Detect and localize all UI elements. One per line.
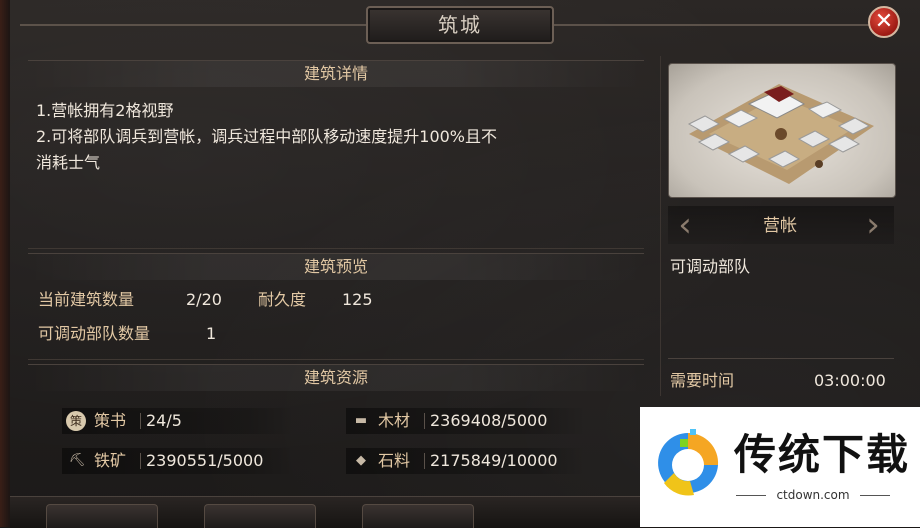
resources-header-label: 建筑资源: [303, 368, 368, 387]
resource-name: 铁矿: [94, 451, 127, 470]
bottom-tab[interactable]: [46, 504, 158, 528]
resource-wood: ▬ 木材 2369408/5000: [346, 408, 586, 434]
side-panel-divider: [668, 358, 894, 359]
watermark-title: 传统下载: [734, 430, 911, 479]
current-count-label: 当前建筑数量: [38, 290, 135, 309]
resource-iron-ore: ⛏ 铁矿 2390551/5000: [62, 448, 294, 474]
details-header: 建筑详情: [28, 60, 644, 87]
dialog-title: 筑城: [438, 13, 482, 37]
resource-value: 2390551/5000: [146, 451, 264, 470]
resources-header: 建筑资源: [28, 364, 644, 391]
resource-name: 木材: [378, 411, 411, 430]
building-description: 可调动部队: [670, 257, 751, 276]
detail-line-1: 1.营帐拥有2格视野: [36, 101, 174, 120]
iron-ore-icon: ⛏: [68, 453, 86, 468]
resource-strategy-book: 策 策书 24/5: [62, 408, 294, 434]
bottom-tab[interactable]: [204, 504, 316, 528]
watermark-overlay: 传统下载 ctdown.com: [640, 407, 920, 527]
section-divider: [28, 359, 644, 360]
wood-icon: ▬: [354, 413, 368, 428]
camp-illustration: [687, 84, 874, 184]
background-edge: [0, 0, 10, 527]
watermark-url: ctdown.com: [736, 487, 890, 503]
resource-separator: [424, 453, 425, 469]
durability-value: 125: [342, 290, 373, 309]
strategy-book-icon: 策: [66, 411, 86, 431]
title-tab: 筑城: [366, 6, 554, 44]
detail-line-3: 消耗士气: [36, 153, 101, 172]
title-rule-left: [20, 24, 366, 26]
stone-icon: ◆: [356, 453, 366, 468]
building-name: 营帐: [763, 216, 797, 236]
section-divider: [28, 248, 644, 249]
resource-separator: [424, 413, 425, 429]
watermark-logo: [658, 429, 719, 496]
building-preview-image: [668, 63, 896, 198]
resource-value: 2369408/5000: [430, 411, 548, 430]
resource-separator: [140, 453, 141, 469]
preview-header-label: 建筑预览: [303, 257, 368, 276]
build-time-label: 需要时间: [670, 371, 735, 390]
close-button[interactable]: ✕: [868, 6, 900, 38]
resource-stone: ◆ 石料 2175849/10000: [346, 448, 586, 474]
title-rule-right: [552, 24, 872, 26]
durability-label: 耐久度: [258, 290, 307, 309]
build-time-value: 03:00:00: [814, 371, 886, 390]
details-header-label: 建筑详情: [303, 64, 368, 83]
troops-value: 1: [206, 324, 217, 343]
troops-label: 可调动部队数量: [38, 324, 151, 343]
bottom-tab[interactable]: [362, 504, 474, 528]
detail-line-2: 2.可将部队调兵到营帐，调兵过程中部队移动速度提升100%且不: [36, 127, 498, 146]
preview-header: 建筑预览: [28, 253, 644, 280]
resource-value: 2175849/10000: [430, 451, 558, 470]
prev-building-arrow[interactable]: ‹: [674, 206, 696, 244]
next-building-arrow[interactable]: ›: [862, 206, 884, 244]
resource-value: 24/5: [146, 411, 182, 430]
current-count-value: 2/20: [186, 290, 222, 309]
resource-name: 石料: [378, 451, 411, 470]
resource-separator: [140, 413, 141, 429]
resource-name: 策书: [94, 411, 127, 430]
